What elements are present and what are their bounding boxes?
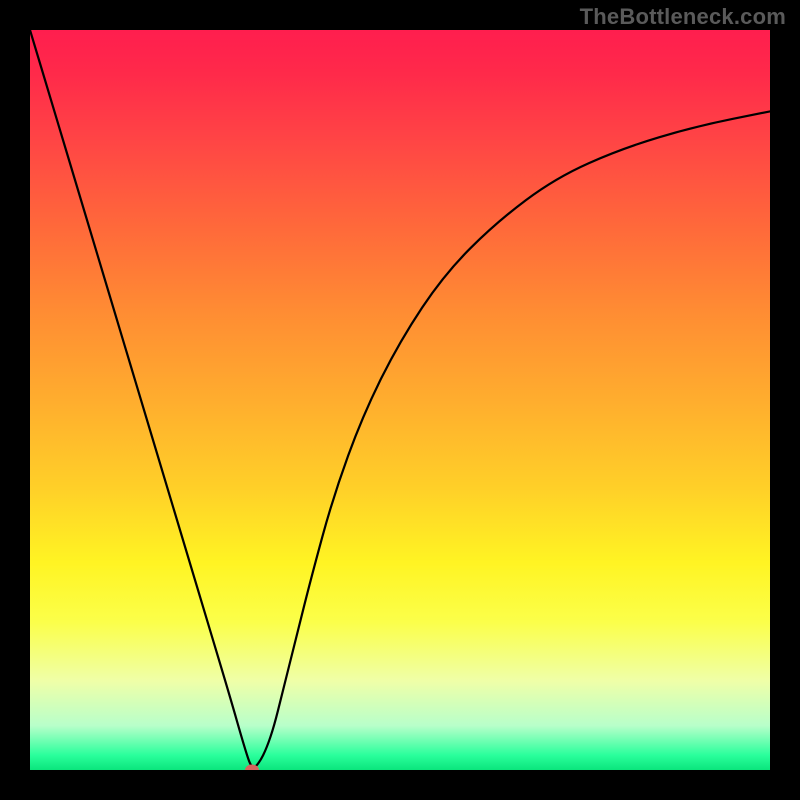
chart-plot-area	[30, 30, 770, 770]
chart-marker-dot	[245, 765, 259, 771]
chart-curve-path	[30, 30, 770, 767]
chart-curve	[30, 30, 770, 770]
watermark-text: TheBottleneck.com	[580, 4, 786, 30]
